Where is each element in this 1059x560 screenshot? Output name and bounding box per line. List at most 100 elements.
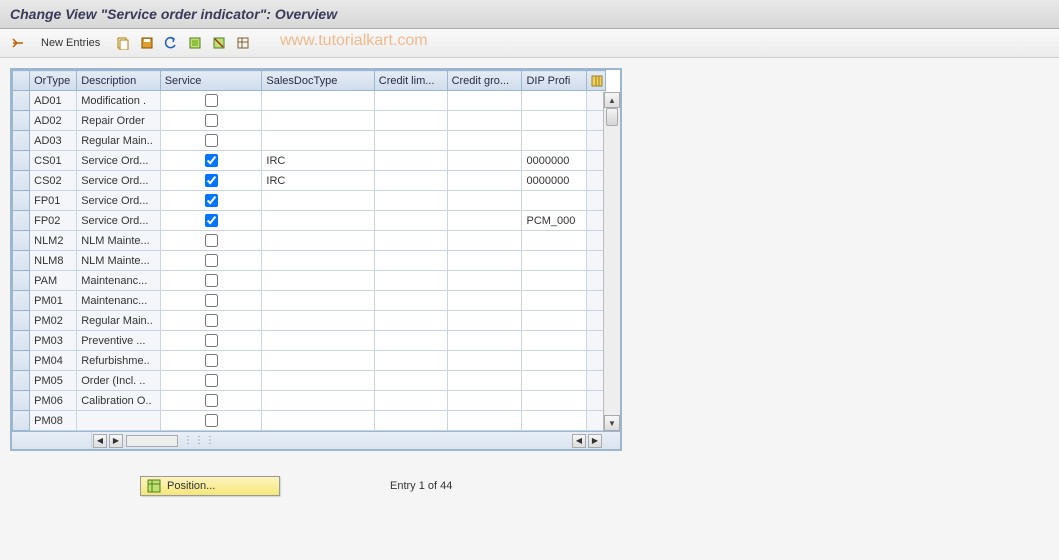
- cell-salesdoc[interactable]: [262, 311, 374, 331]
- cell-salesdoc[interactable]: [262, 211, 374, 231]
- cell-creditlim[interactable]: [374, 351, 447, 371]
- service-checkbox[interactable]: [205, 354, 218, 367]
- cell-ortype[interactable]: FP01: [30, 191, 77, 211]
- cell-creditlim[interactable]: [374, 251, 447, 271]
- col-header-description[interactable]: Description: [77, 71, 160, 91]
- new-entries-button[interactable]: New Entries: [32, 34, 109, 52]
- cell-salesdoc[interactable]: [262, 271, 374, 291]
- cell-description[interactable]: Regular Main..: [77, 131, 160, 151]
- horizontal-scrollbar[interactable]: ◀ ▶ ⋮⋮⋮ ◀ ▶: [12, 431, 620, 449]
- cell-creditlim[interactable]: [374, 171, 447, 191]
- cell-dip[interactable]: 0000000: [522, 151, 586, 171]
- col-header-dip[interactable]: DIP Profi: [522, 71, 586, 91]
- cell-creditlim[interactable]: [374, 131, 447, 151]
- cell-creditgrp[interactable]: [447, 311, 522, 331]
- cell-creditgrp[interactable]: [447, 391, 522, 411]
- col-header-service[interactable]: Service: [160, 71, 262, 91]
- cell-ortype[interactable]: CS02: [30, 171, 77, 191]
- cell-service[interactable]: [160, 151, 262, 171]
- cell-description[interactable]: Calibration O..: [77, 391, 160, 411]
- row-selector[interactable]: [13, 371, 30, 391]
- cell-salesdoc[interactable]: [262, 351, 374, 371]
- service-checkbox[interactable]: [205, 374, 218, 387]
- cell-ortype[interactable]: PAM: [30, 271, 77, 291]
- cell-creditlim[interactable]: [374, 231, 447, 251]
- cell-salesdoc[interactable]: [262, 391, 374, 411]
- cell-ortype[interactable]: PM03: [30, 331, 77, 351]
- row-selector[interactable]: [13, 151, 30, 171]
- cell-description[interactable]: Modification .: [77, 91, 160, 111]
- service-checkbox[interactable]: [205, 294, 218, 307]
- cell-salesdoc[interactable]: [262, 231, 374, 251]
- cell-dip[interactable]: [522, 271, 586, 291]
- scroll-up-icon[interactable]: ▲: [604, 92, 620, 108]
- cell-creditgrp[interactable]: [447, 331, 522, 351]
- cell-creditlim[interactable]: [374, 271, 447, 291]
- cell-ortype[interactable]: AD03: [30, 131, 77, 151]
- cell-ortype[interactable]: AD01: [30, 91, 77, 111]
- row-selector[interactable]: [13, 91, 30, 111]
- cell-description[interactable]: Preventive ...: [77, 331, 160, 351]
- cell-ortype[interactable]: PM01: [30, 291, 77, 311]
- cell-ortype[interactable]: PM06: [30, 391, 77, 411]
- cell-description[interactable]: Service Ord...: [77, 191, 160, 211]
- cell-salesdoc[interactable]: [262, 411, 374, 431]
- cell-service[interactable]: [160, 231, 262, 251]
- service-checkbox[interactable]: [205, 274, 218, 287]
- cell-dip[interactable]: [522, 191, 586, 211]
- cell-dip[interactable]: PCM_000: [522, 211, 586, 231]
- cell-creditlim[interactable]: [374, 211, 447, 231]
- cell-creditlim[interactable]: [374, 331, 447, 351]
- cell-creditgrp[interactable]: [447, 191, 522, 211]
- cell-salesdoc[interactable]: [262, 371, 374, 391]
- cell-creditlim[interactable]: [374, 311, 447, 331]
- service-checkbox[interactable]: [205, 94, 218, 107]
- cell-service[interactable]: [160, 211, 262, 231]
- cell-salesdoc[interactable]: [262, 131, 374, 151]
- cell-description[interactable]: [77, 411, 160, 431]
- cell-ortype[interactable]: PM02: [30, 311, 77, 331]
- cell-dip[interactable]: [522, 331, 586, 351]
- cell-salesdoc[interactable]: [262, 191, 374, 211]
- row-selector[interactable]: [13, 291, 30, 311]
- cell-description[interactable]: NLM Mainte...: [77, 231, 160, 251]
- cell-creditgrp[interactable]: [447, 271, 522, 291]
- cell-creditlim[interactable]: [374, 111, 447, 131]
- cell-salesdoc[interactable]: IRC: [262, 171, 374, 191]
- cell-dip[interactable]: [522, 291, 586, 311]
- row-selector-header[interactable]: [13, 71, 30, 91]
- configure-columns-icon[interactable]: [586, 71, 605, 91]
- cell-service[interactable]: [160, 391, 262, 411]
- row-selector[interactable]: [13, 411, 30, 431]
- cell-service[interactable]: [160, 351, 262, 371]
- cell-dip[interactable]: [522, 251, 586, 271]
- cell-creditgrp[interactable]: [447, 251, 522, 271]
- cell-service[interactable]: [160, 91, 262, 111]
- cell-salesdoc[interactable]: [262, 111, 374, 131]
- cell-service[interactable]: [160, 191, 262, 211]
- cell-creditgrp[interactable]: [447, 111, 522, 131]
- cell-dip[interactable]: [522, 131, 586, 151]
- cell-creditlim[interactable]: [374, 191, 447, 211]
- row-selector[interactable]: [13, 171, 30, 191]
- cell-dip[interactable]: [522, 111, 586, 131]
- cell-dip[interactable]: [522, 231, 586, 251]
- cell-service[interactable]: [160, 311, 262, 331]
- cell-creditgrp[interactable]: [447, 151, 522, 171]
- select-all-icon[interactable]: [185, 33, 205, 53]
- service-checkbox[interactable]: [205, 314, 218, 327]
- cell-description[interactable]: Service Ord...: [77, 211, 160, 231]
- col-header-salesdoc[interactable]: SalesDocType: [262, 71, 374, 91]
- cell-creditgrp[interactable]: [447, 351, 522, 371]
- cell-service[interactable]: [160, 411, 262, 431]
- service-checkbox[interactable]: [205, 114, 218, 127]
- cell-creditgrp[interactable]: [447, 371, 522, 391]
- vertical-scrollbar[interactable]: ▲ ▼: [603, 92, 620, 431]
- cell-creditlim[interactable]: [374, 151, 447, 171]
- cell-service[interactable]: [160, 251, 262, 271]
- service-checkbox[interactable]: [205, 154, 218, 167]
- row-selector[interactable]: [13, 271, 30, 291]
- row-selector[interactable]: [13, 331, 30, 351]
- cell-creditgrp[interactable]: [447, 411, 522, 431]
- cell-dip[interactable]: [522, 391, 586, 411]
